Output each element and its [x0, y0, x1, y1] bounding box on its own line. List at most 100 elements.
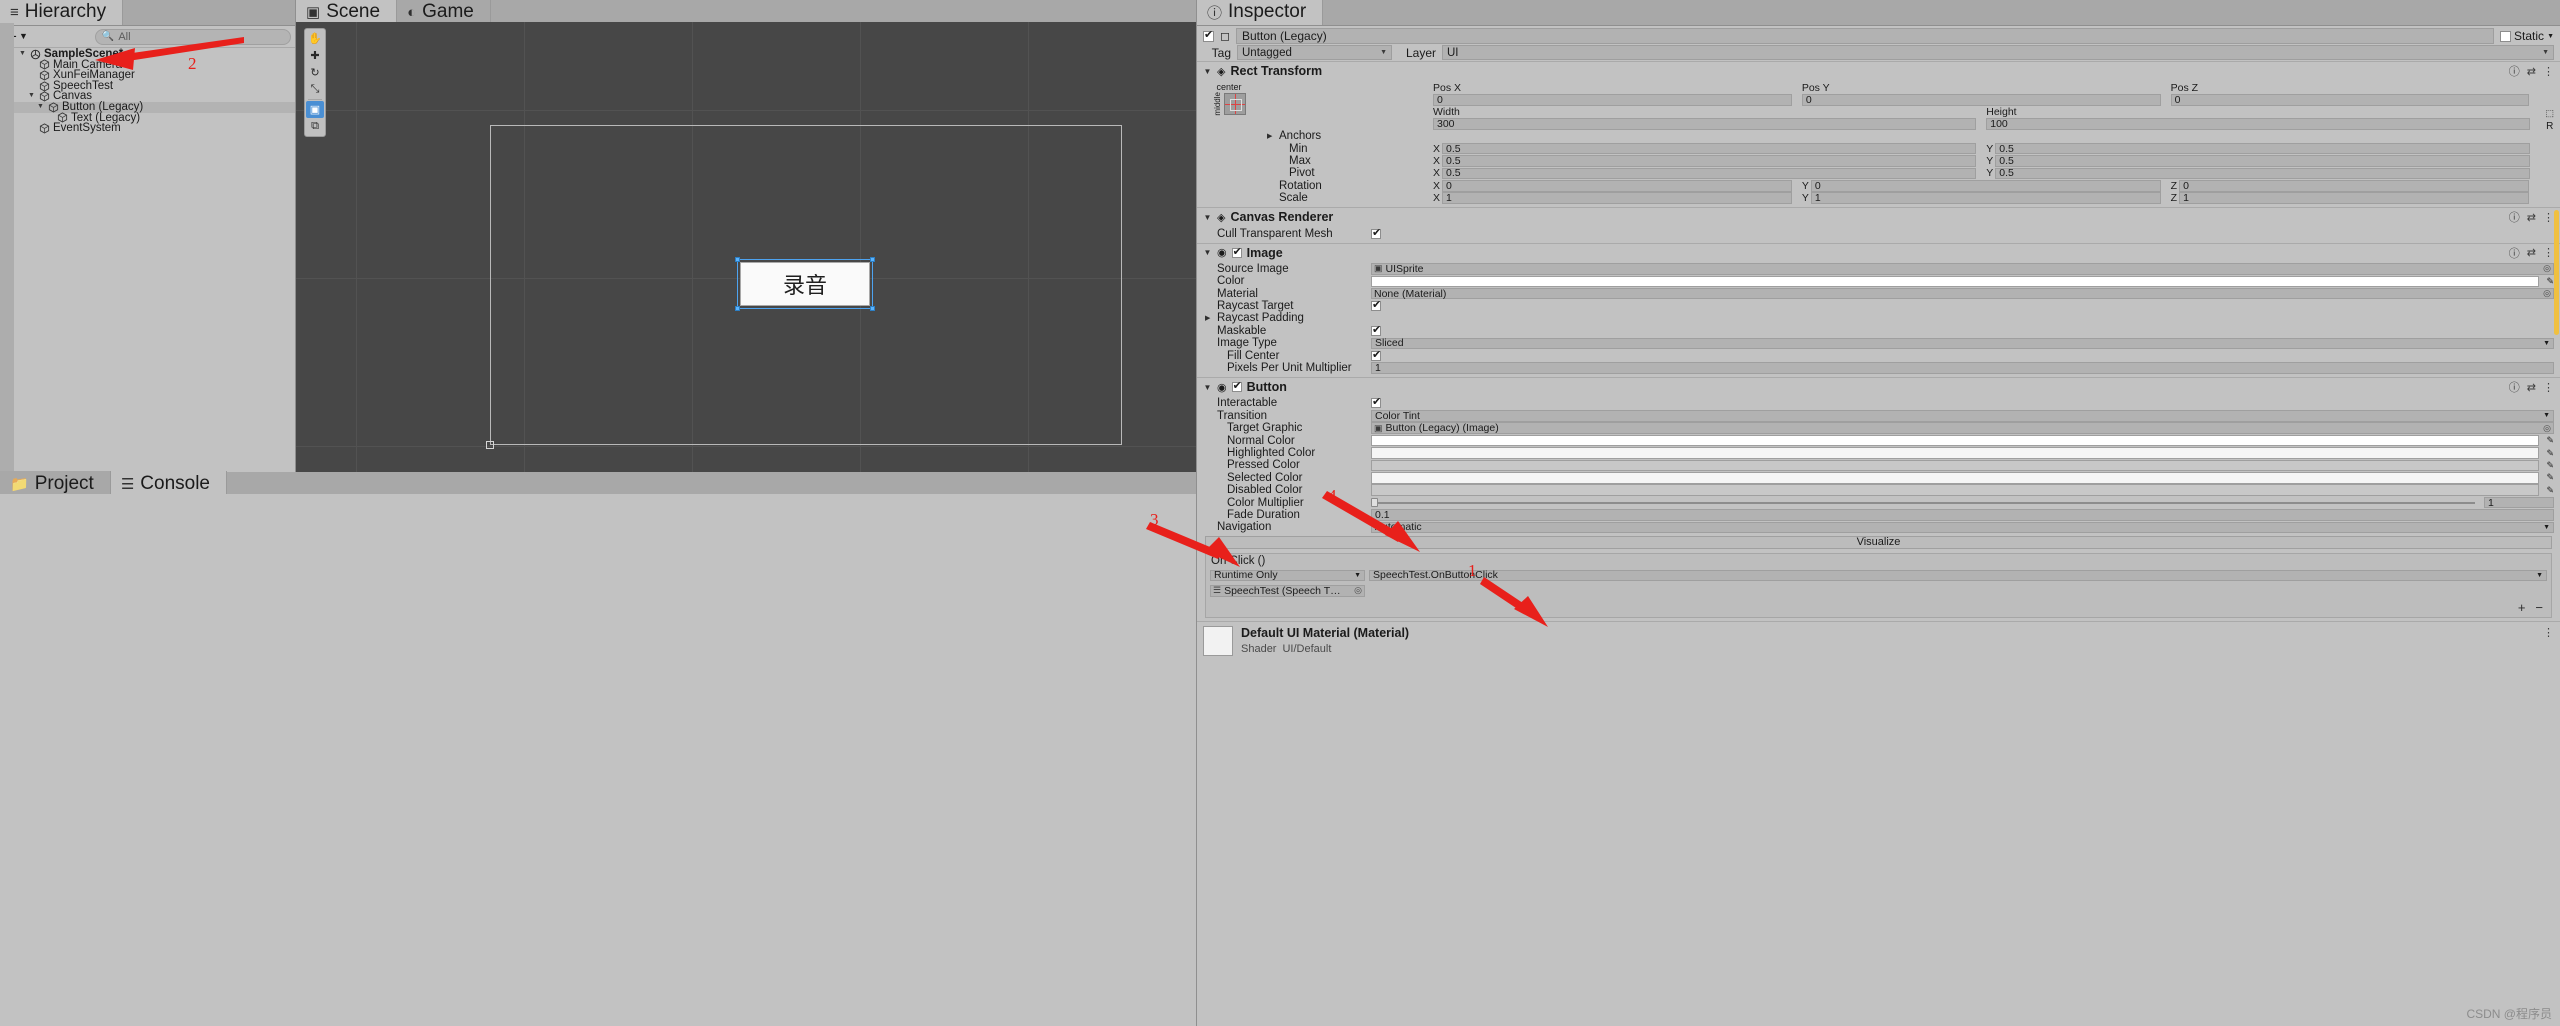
scene-viewport[interactable]: ✋ ✚ ↻ ⤡ ▣ ⧉ 录音: [296, 22, 1196, 472]
object-name-input[interactable]: Button (Legacy): [1235, 28, 2495, 44]
preset-icon[interactable]: ⇄: [2527, 65, 2536, 78]
help-icon[interactable]: ⓘ: [2509, 209, 2520, 225]
hierarchy-item-eventsystem[interactable]: ▼EventSystem: [0, 123, 295, 134]
field-input-scale-z[interactable]: 1: [2179, 192, 2530, 204]
color-field-color[interactable]: [1371, 275, 2540, 288]
object-enabled-checkbox[interactable]: [1203, 29, 1214, 42]
field-input-max-x[interactable]: 0.5: [1442, 155, 1977, 167]
onclick-function-dropdown[interactable]: SpeechTest.OnButtonClick ▼: [1369, 569, 2547, 581]
slider-knob[interactable]: [1371, 497, 1378, 507]
canvas-resize-handle[interactable]: [486, 441, 494, 449]
foldout-arrow-icon[interactable]: ▼: [1203, 248, 1212, 257]
component-header-image[interactable]: ▼ ◉ Image ⓘ ⇄ ⋮: [1197, 243, 2560, 262]
color-field-pressed-color[interactable]: [1371, 459, 2540, 472]
field-input-height[interactable]: 100: [1986, 118, 2530, 130]
hierarchy-item-main-camera[interactable]: ▼Main Camera: [0, 59, 295, 71]
color-field-disabled-color[interactable]: [1371, 484, 2540, 496]
slider-color-multiplier[interactable]: [1371, 497, 2475, 509]
component-menu-kebab-icon[interactable]: ⋮: [2543, 211, 2554, 224]
field-input-rotation-z[interactable]: 0: [2179, 180, 2530, 192]
anchor-preset-grid[interactable]: middle: [1213, 92, 1246, 116]
dropdown-navigation[interactable]: Automatic ▼: [1371, 521, 2554, 533]
inspector-scrollbar[interactable]: [2554, 210, 2559, 335]
color-eyedropper-icon[interactable]: ✎: [2546, 448, 2554, 459]
foldout-arrow-icon[interactable]: ▼: [27, 91, 36, 102]
checkbox-raycast-target[interactable]: [1371, 299, 1381, 312]
object-picker-icon[interactable]: ◎: [2543, 263, 2551, 274]
object-picker-icon[interactable]: ◎: [1354, 585, 1362, 596]
component-header-canvas-renderer[interactable]: ▼ ◈ Canvas Renderer ⓘ ⇄ ⋮: [1197, 208, 2560, 227]
field-input-rotation-y[interactable]: 0: [1810, 180, 2161, 192]
field-input-pos-z[interactable]: 0: [2170, 94, 2530, 106]
field-input-pos-x[interactable]: 0: [1433, 94, 1792, 106]
field-input-width[interactable]: 300: [1433, 118, 1977, 130]
field-input-pivot-y[interactable]: 0.5: [1995, 167, 2530, 179]
foldout-arrow-icon[interactable]: ▼: [1203, 213, 1212, 222]
foldout-arrow-icon[interactable]: ▼: [1203, 383, 1212, 392]
rotate-tool[interactable]: ↻: [306, 64, 324, 81]
field-input-color-multiplier[interactable]: 1: [2484, 497, 2554, 509]
object-picker-icon[interactable]: ◎: [2543, 288, 2551, 299]
foldout-arrow-icon[interactable]: ▶: [1267, 132, 1275, 140]
object-picker-icon[interactable]: ◎: [2543, 423, 2551, 434]
checkbox-fill-center[interactable]: [1371, 349, 1381, 362]
field-input-fade-duration[interactable]: 0.1: [1371, 509, 2554, 521]
component-menu-kebab-icon[interactable]: ⋮: [2543, 65, 2554, 78]
onclick-target-object-field[interactable]: ☰ SpeechTest (Speech T… ◎: [1210, 585, 1365, 597]
help-icon[interactable]: ⓘ: [2509, 379, 2520, 395]
dropdown-image-type[interactable]: Sliced ▼: [1371, 337, 2554, 349]
color-eyedropper-icon[interactable]: ✎: [2546, 276, 2554, 287]
field-input-scale-x[interactable]: 1: [1442, 192, 1792, 204]
tab-inspector[interactable]: ⓘ Inspector: [1197, 0, 1324, 25]
field-input-pos-y[interactable]: 0: [1801, 94, 2161, 106]
color-field-selected-color[interactable]: [1371, 472, 2540, 484]
field-input-rotation-x[interactable]: 0: [1442, 180, 1792, 192]
preset-icon[interactable]: ⇄: [2527, 211, 2536, 224]
color-eyedropper-icon[interactable]: ✎: [2546, 472, 2554, 483]
preset-icon[interactable]: ⇄: [2527, 246, 2536, 259]
object-field-source-image[interactable]: ▣ UISprite ◎: [1371, 263, 2554, 275]
checkbox-interactable[interactable]: [1371, 396, 1381, 409]
hierarchy-item-canvas[interactable]: ▼ Canvas: [0, 91, 295, 102]
hand-tool[interactable]: ✋: [306, 30, 324, 47]
object-field-target-graphic[interactable]: ▣ Button (Legacy) (Image) ◎: [1371, 422, 2554, 434]
tag-dropdown[interactable]: Untagged ▼: [1237, 45, 1392, 60]
hierarchy-item-text-legacy[interactable]: ▼Text (Legacy): [0, 112, 295, 124]
static-checkbox[interactable]: [2500, 30, 2512, 42]
preset-icon[interactable]: ⇄: [2527, 381, 2536, 394]
transform-tool[interactable]: ⧉: [306, 118, 324, 135]
rect-transform-blueprint-toggle[interactable]: ⬚ R: [2545, 82, 2554, 132]
scale-tool[interactable]: ⤡: [306, 81, 324, 98]
color-eyedropper-icon[interactable]: ✎: [2546, 460, 2554, 471]
checkbox-cull-transparent-mesh[interactable]: [1371, 227, 1381, 240]
component-enabled-checkbox[interactable]: [1231, 246, 1242, 259]
visualize-button[interactable]: Visualize: [1205, 535, 2552, 549]
color-eyedropper-icon[interactable]: ✎: [2546, 435, 2554, 446]
shader-value[interactable]: UI/Default: [1282, 643, 1331, 655]
color-field-highlighted-color[interactable]: [1371, 447, 2540, 459]
component-enabled-checkbox[interactable]: [1231, 380, 1242, 393]
onclick-add-button[interactable]: +: [2518, 600, 2526, 615]
tab-hierarchy[interactable]: ≡ Hierarchy: [0, 0, 124, 25]
object-field-material[interactable]: None (Material) ◎: [1371, 288, 2554, 300]
static-toggle[interactable]: Static ▼: [2500, 29, 2554, 43]
blueprint-icon[interactable]: ⬚: [2545, 108, 2554, 119]
color-eyedropper-icon[interactable]: ✎: [2546, 485, 2554, 496]
console-log-list[interactable]: [0, 494, 1196, 1026]
checkbox-maskable[interactable]: [1371, 324, 1381, 337]
rect-tool[interactable]: ▣: [306, 101, 324, 118]
onclick-runtime-dropdown[interactable]: Runtime Only ▼: [1210, 569, 1365, 581]
field-input-pivot-x[interactable]: 0.5: [1442, 167, 1977, 179]
raw-edit-toggle[interactable]: R: [2546, 121, 2553, 132]
field-input-max-y[interactable]: 0.5: [1995, 155, 2530, 167]
move-tool[interactable]: ✚: [306, 47, 324, 64]
field-input-pixels-per-unit-multiplier[interactable]: 1: [1371, 362, 2554, 374]
component-header-button[interactable]: ▼ ◉ Button ⓘ ⇄ ⋮: [1197, 378, 2560, 397]
anchor-preset-button[interactable]: center middle: [1203, 82, 1255, 116]
foldout-arrow-icon[interactable]: ▼: [1203, 67, 1212, 76]
help-icon[interactable]: ⓘ: [2509, 63, 2520, 79]
foldout-arrow-icon[interactable]: ▶: [1205, 314, 1213, 322]
hierarchy-item-xunfeimanager[interactable]: ▼XunFeiManager: [0, 70, 295, 81]
color-field-normal-color[interactable]: [1371, 434, 2540, 447]
hierarchy-search-input[interactable]: 🔍 All: [94, 28, 291, 45]
